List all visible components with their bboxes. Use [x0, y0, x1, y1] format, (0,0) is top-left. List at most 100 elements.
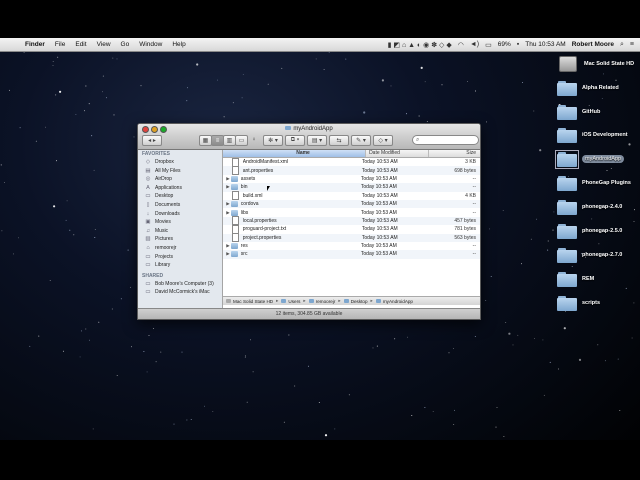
menu-finder[interactable]: Finder	[20, 41, 50, 48]
menu-user[interactable]: Robert Moore	[572, 41, 614, 48]
file-row[interactable]: project.properties Today 10:53 AM 563 byte…	[223, 233, 480, 243]
desktop-item-github[interactable]: GitHub	[557, 101, 637, 123]
path-button[interactable]: ⇆	[329, 135, 349, 146]
menu-clock[interactable]: Thu 10:53 AM	[525, 41, 565, 48]
sidebar-item-library[interactable]: ▭ Library	[138, 261, 222, 270]
desktop-item-scripts[interactable]: scripts	[557, 292, 637, 314]
column-headers: Name Date Modified Size	[223, 150, 480, 158]
folder-icon	[557, 271, 577, 287]
menu-edit[interactable]: Edit	[70, 41, 91, 48]
desktop-item-alpha-related[interactable]: Alpha Related	[557, 77, 637, 99]
coverflow-view-button[interactable]: ▭	[235, 135, 248, 146]
quicklook-icon[interactable]: ♀	[250, 135, 258, 144]
star	[553, 211, 555, 213]
path-segment-myandroidapp[interactable]: myAndroidApp	[375, 299, 413, 304]
file-row[interactable]: ▶ bin Today 10:53 AM --	[223, 183, 480, 192]
star	[186, 419, 188, 421]
star	[283, 421, 285, 423]
file-row[interactable]: AndroidManifest.xml Today 10:53 AM 3 KB	[223, 157, 480, 167]
battery-icon[interactable]: ▭	[485, 41, 492, 49]
star	[496, 407, 498, 409]
column-header-size[interactable]: Size	[427, 150, 480, 157]
file-date: Today 10:53 AM	[361, 234, 398, 241]
desktop-item-rem[interactable]: REM	[557, 268, 637, 290]
star	[52, 65, 54, 66]
star	[181, 351, 183, 353]
desktop-item-phonegap-240[interactable]: phonegap-2.4.0	[557, 196, 637, 218]
documents-icon: ▯	[146, 201, 150, 208]
sidebar-item-movies[interactable]: ▣ Movies	[138, 218, 222, 227]
share-button[interactable]: ⧉ ▾	[285, 135, 305, 146]
menu-go[interactable]: Go	[116, 41, 135, 48]
star	[490, 276, 492, 277]
file-row[interactable]: ant.properties Today 10:53 AM 698 bytes	[223, 166, 480, 176]
file-date: Today 10:53 AM	[360, 201, 397, 208]
star	[318, 401, 320, 403]
file-row[interactable]: ▶ src Today 10:53 AM --	[223, 250, 480, 259]
star	[160, 351, 162, 353]
path-segment-home[interactable]: remoorejr ▸	[308, 298, 341, 304]
menu-file[interactable]: File	[50, 41, 70, 48]
sidebar-item-all-my-files[interactable]: ▤ All My Files	[138, 167, 222, 176]
file-row[interactable]: ▶ assets Today 10:53 AM --	[223, 175, 480, 183]
star	[146, 371, 148, 373]
star	[512, 344, 514, 346]
wifi-icon[interactable]: ◠	[458, 41, 464, 49]
sidebar-item-desktop[interactable]: ▭ Desktop	[138, 192, 222, 201]
desktop-item-phonegap-250[interactable]: phonegap-2.5.0	[557, 220, 637, 242]
desktop-item-phonegap-270[interactable]: phonegap-2.7.0	[557, 244, 637, 266]
dropbox-button[interactable]: ◇ ▾	[373, 135, 393, 146]
sidebar-item-documents[interactable]: ▯ Documents	[138, 201, 222, 210]
notification-icon[interactable]: ≡	[630, 41, 634, 48]
window-titlebar[interactable]: myAndroidApp ◂ ▸ ▦ ≡ ▥ ▭ ♀ ✻ ▾ ⧉ ▾ ▤ ▾ ⇆…	[138, 124, 480, 150]
sidebar-item-projects[interactable]: ▭ Projects	[138, 253, 222, 262]
desktop-item-ios-development[interactable]: iOS Development	[557, 124, 637, 146]
file-row[interactable]: ▶ cordova Today 10:53 AM --	[223, 199, 480, 209]
sidebar-item-airdrop[interactable]: ◎ AirDrop	[138, 175, 222, 184]
path-segment-users[interactable]: Users ▸	[281, 298, 306, 304]
search-field[interactable]: ⌕	[412, 135, 479, 145]
column-header-date[interactable]: Date Modified	[365, 150, 428, 157]
star	[324, 434, 328, 437]
file-row[interactable]: local.properties Today 10:53 AM 457 bytes	[223, 216, 480, 226]
menu-view[interactable]: View	[92, 41, 116, 48]
sidebar-item-music[interactable]: ♫ Music	[138, 227, 222, 236]
folder-icon	[557, 223, 577, 239]
desktop-item-myandroidapp[interactable]: myAndroidApp	[555, 148, 637, 170]
desktop-item-hd[interactable]: Mac Solid State HD	[557, 53, 637, 75]
star	[73, 234, 75, 236]
flag-icon[interactable]: ▪	[517, 41, 519, 48]
spotlight-icon[interactable]: ⌕	[620, 41, 624, 49]
sidebar-item-downloads[interactable]: ↓ Downloads	[138, 210, 222, 219]
file-row[interactable]: ▶ res Today 10:53 AM --	[223, 242, 480, 250]
star	[62, 350, 64, 352]
sidebar-item-shared-computer[interactable]: ▭ Bob Moore's Computer (3)	[138, 280, 222, 289]
action-button[interactable]: ✻ ▾	[263, 135, 283, 146]
menu-window[interactable]: Window	[134, 41, 167, 48]
edit-tags-button[interactable]: ✎ ▾	[351, 135, 371, 146]
desktop-item-phonegap-plugins[interactable]: PhoneGap Plugins	[557, 172, 637, 194]
file-row[interactable]: ▶ libs Today 10:53 AM --	[223, 208, 480, 216]
sidebar-item-home[interactable]: ⌂ remoorejr	[138, 244, 222, 253]
star	[4, 182, 5, 184]
arrange-button[interactable]: ▤ ▾	[307, 135, 327, 146]
path-segment-desktop[interactable]: Desktop ▸	[343, 298, 373, 304]
battery-percent[interactable]: 69%	[498, 41, 511, 48]
path-bar: Mac Solid State HD ▸ Users ▸ remoorejr ▸ De…	[223, 296, 480, 305]
sidebar-item-shared-imac[interactable]: ▭ David McCormick's iMac	[138, 288, 222, 297]
path-segment-hd[interactable]: Mac Solid State HD ▸	[226, 298, 278, 304]
sidebar-item-pictures[interactable]: ▨ Pictures	[138, 235, 222, 244]
menu-help[interactable]: Help	[167, 41, 190, 48]
sidebar-item-dropbox[interactable]: ◇ Dropbox	[138, 158, 222, 167]
volume-icon[interactable]: ◄)	[470, 41, 479, 48]
back-forward-button[interactable]: ◂ ▸	[142, 135, 162, 146]
sidebar-item-applications[interactable]: A Applications	[138, 184, 222, 193]
file-row[interactable]: build.xml Today 10:53 AM 4 KB	[223, 191, 480, 201]
file-size: --	[472, 175, 477, 182]
status-icons[interactable]: ▮ ◩ ⌂ ▲ ◐ ◉ ✽ ◇ ◆	[388, 41, 452, 49]
star	[503, 436, 505, 437]
column-header-name[interactable]: Name	[223, 150, 366, 157]
star	[345, 58, 347, 60]
star	[19, 127, 21, 129]
file-row[interactable]: proguard-project.txt Today 10:53 AM 781 by…	[223, 224, 480, 234]
